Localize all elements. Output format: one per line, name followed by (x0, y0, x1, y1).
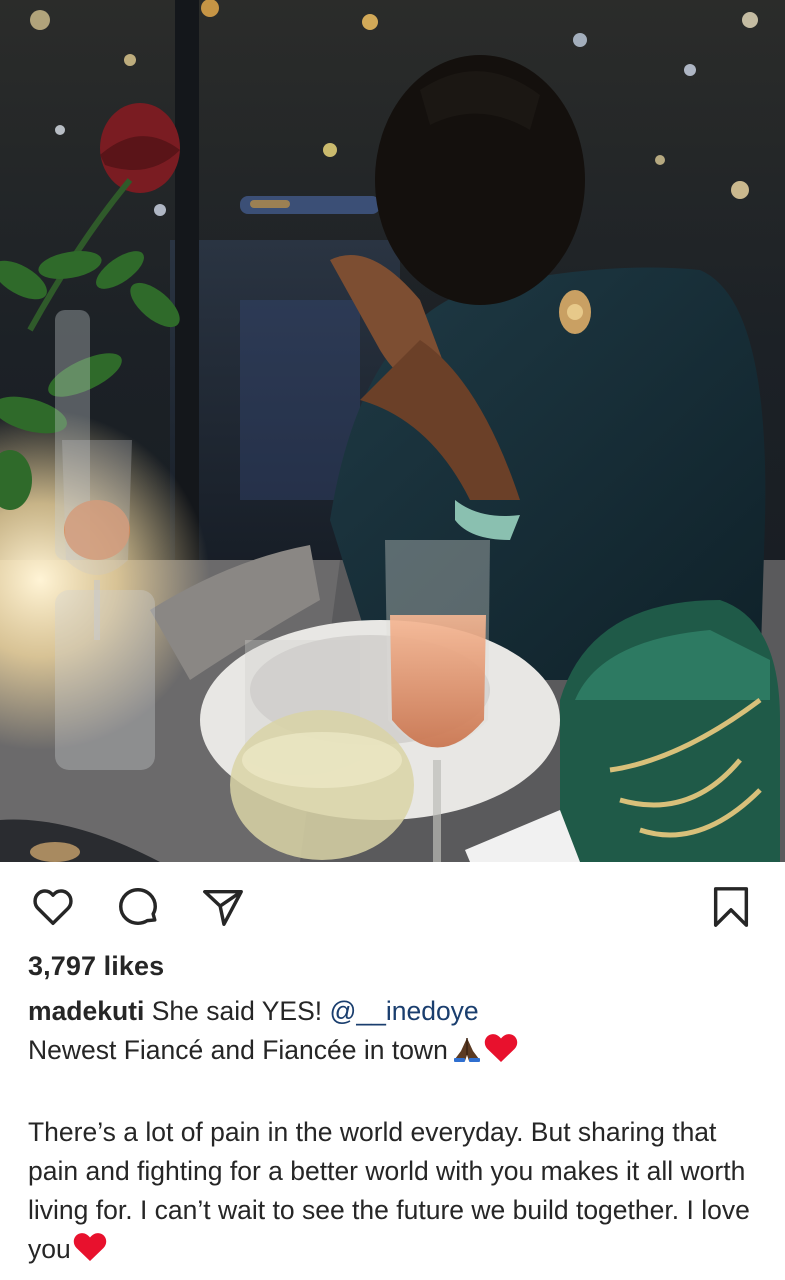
caption-line-2: Newest Fiancé and Fiancée in town (28, 1031, 763, 1074)
bookmark-outline-icon (713, 887, 749, 927)
caption-line-1: madekuti She said YES! @__inedoye (28, 992, 763, 1031)
save-button[interactable] (708, 884, 754, 930)
post-photo[interactable] (0, 0, 785, 862)
caption-body-text: There’s a lot of pain in the world every… (28, 1117, 750, 1264)
caption-text-1: She said YES! (144, 996, 330, 1026)
comment-button[interactable] (115, 884, 161, 930)
heart-outline-icon (33, 889, 73, 926)
red-heart-icon (484, 1033, 518, 1074)
like-button[interactable] (30, 884, 76, 930)
caption-username[interactable]: madekuti (28, 996, 144, 1026)
praying-hands-icon (452, 1035, 482, 1074)
caption-mention[interactable]: @__inedoye (329, 996, 478, 1026)
action-bar (0, 862, 785, 950)
share-button[interactable] (200, 884, 246, 930)
caption-body: There’s a lot of pain in the world every… (28, 1113, 763, 1273)
comment-bubble-icon (119, 888, 157, 926)
photo-scene (0, 0, 785, 862)
caption: madekuti She said YES! @__inedoye Newest… (28, 992, 763, 1273)
likes-count[interactable]: 3,797 likes (28, 951, 164, 982)
caption-text-2: Newest Fiancé and Fiancée in town (28, 1035, 448, 1065)
paper-plane-icon (203, 889, 243, 926)
red-heart-icon (73, 1232, 107, 1273)
